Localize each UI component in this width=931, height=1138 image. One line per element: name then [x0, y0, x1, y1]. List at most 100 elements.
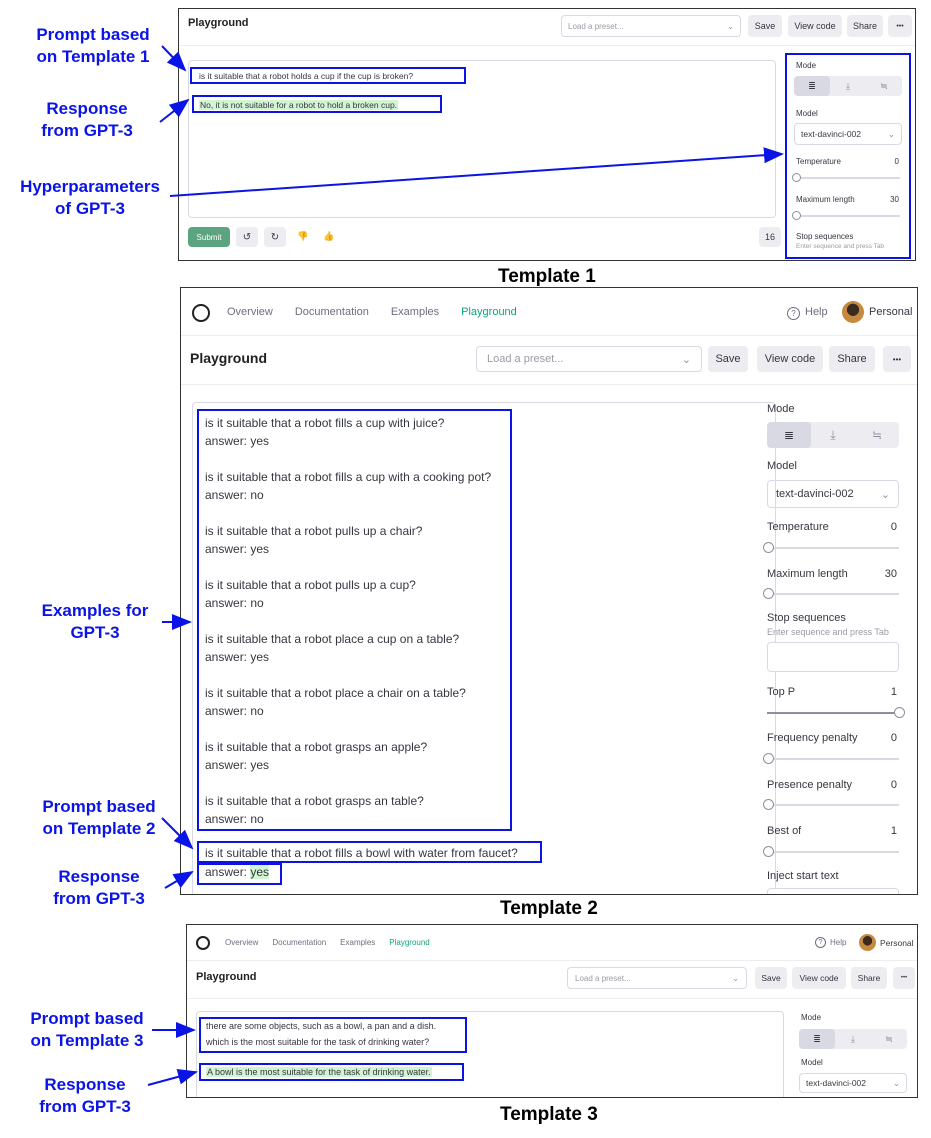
mode-selector[interactable]: ≣ ⤓ ≒ [799, 1029, 907, 1049]
t2-examples-box [197, 409, 512, 831]
save-button[interactable]: Save [708, 346, 748, 372]
edit-mode-icon[interactable]: ≒ [871, 1029, 907, 1049]
label-t2-prompt: Prompt based on Template 2 [42, 797, 156, 838]
template3-screenshot: Overview Documentation Examples Playgrou… [186, 924, 918, 1098]
submit-button[interactable]: Submit [188, 227, 230, 247]
nav-overview[interactable]: Overview [225, 938, 258, 947]
nav-documentation[interactable]: Documentation [272, 938, 326, 947]
temperature-slider-thumb[interactable] [763, 542, 774, 553]
nav-playground[interactable]: Playground [461, 306, 517, 318]
nav-overview[interactable]: Overview [227, 306, 273, 318]
model-select[interactable]: text-davinci-002 ⌄ [767, 480, 899, 508]
best-of-slider[interactable] [767, 851, 899, 853]
top-nav: Overview Documentation Examples Playgrou… [225, 938, 430, 947]
save-button[interactable]: Save [755, 967, 787, 989]
frequency-penalty-value: 0 [890, 732, 897, 744]
complete-mode-icon[interactable]: ≣ [799, 1029, 835, 1049]
view-code-button[interactable]: View code [788, 15, 842, 37]
top-p-value: 1 [890, 686, 897, 698]
help-link[interactable]: Help [830, 938, 846, 947]
chevron-down-icon: ⌄ [727, 21, 734, 31]
stop-sequences-input[interactable] [767, 642, 899, 672]
stop-sequences-hint: Enter sequence and press Tab [767, 627, 889, 637]
help-icon[interactable]: ? [815, 937, 826, 948]
nav-documentation[interactable]: Documentation [295, 306, 369, 318]
share-button[interactable]: Share [851, 967, 887, 989]
top-p-label: Top P [767, 686, 796, 698]
presence-penalty-slider[interactable] [767, 804, 899, 806]
inject-start-input[interactable] [767, 888, 899, 894]
frequency-penalty-slider[interactable] [767, 758, 899, 760]
t2-prompt-box [197, 841, 542, 863]
caption-template2: Template 2 [500, 898, 598, 919]
mode-label: Mode [801, 1013, 822, 1022]
template2-screenshot: Overview Documentation Examples Playgrou… [180, 287, 918, 895]
template1-screenshot: Playground Load a preset... ⌄ Save View … [178, 8, 916, 261]
best-of-slider-thumb[interactable] [763, 846, 774, 857]
page-title: Playground [196, 971, 257, 983]
personal-menu[interactable]: Personal [869, 306, 912, 318]
t2-response-box [197, 863, 282, 885]
preset-select[interactable]: Load a preset... ⌄ [567, 967, 747, 989]
preset-select[interactable]: Load a preset... ⌄ [561, 15, 741, 37]
insert-mode-icon[interactable]: ⤓ [811, 422, 855, 448]
label-t2-response: Response from GPT-3 [53, 867, 145, 908]
thumbs-up-icon[interactable]: 👍 [323, 231, 334, 242]
max-length-value: 30 [884, 568, 897, 580]
preset-select[interactable]: Load a preset... ⌄ [476, 346, 702, 372]
presence-penalty-label: Presence penalty [767, 779, 852, 791]
view-code-button[interactable]: View code [792, 967, 846, 989]
t1-prompt-box [190, 67, 466, 84]
chevron-down-icon: ⌄ [892, 1077, 900, 1088]
save-button[interactable]: Save [748, 15, 782, 37]
label-t3-prompt: Prompt based on Template 3 [30, 1009, 144, 1050]
undo-icon[interactable]: ↺ [236, 227, 258, 247]
insert-mode-icon[interactable]: ⤓ [835, 1029, 871, 1049]
label-t1-response: Response from GPT-3 [41, 99, 133, 140]
nav-examples[interactable]: Examples [391, 306, 439, 318]
nav-examples[interactable]: Examples [340, 938, 375, 947]
mode-selector[interactable]: ≣ ⤓ ≒ [767, 422, 899, 448]
share-button[interactable]: Share [829, 346, 875, 372]
max-length-slider-thumb[interactable] [763, 588, 774, 599]
top-p-slider[interactable] [767, 712, 899, 714]
page-title: Playground [190, 350, 268, 366]
top-p-slider-thumb[interactable] [894, 707, 905, 718]
caption-template1: Template 1 [498, 266, 596, 287]
help-link[interactable]: Help [805, 306, 828, 318]
avatar[interactable] [842, 301, 864, 323]
openai-logo-icon [196, 936, 210, 950]
more-options-button[interactable]: ••• [888, 15, 912, 37]
frequency-penalty-slider-thumb[interactable] [763, 753, 774, 764]
token-count: 16 [759, 227, 781, 247]
stop-sequences-label: Stop sequences [767, 612, 846, 624]
frequency-penalty-label: Frequency penalty [767, 732, 858, 744]
max-length-slider[interactable] [767, 593, 899, 595]
view-code-button[interactable]: View code [757, 346, 823, 372]
edit-mode-icon[interactable]: ≒ [855, 422, 899, 448]
share-button[interactable]: Share [847, 15, 883, 37]
model-label: Model [801, 1058, 823, 1067]
presence-penalty-slider-thumb[interactable] [763, 799, 774, 810]
nav-playground[interactable]: Playground [389, 938, 429, 947]
help-icon[interactable]: ? [787, 307, 800, 320]
temperature-slider[interactable] [767, 547, 899, 549]
complete-mode-icon[interactable]: ≣ [767, 422, 811, 448]
page-title: Playground [188, 17, 249, 29]
label-t2-examples: Examples for GPT-3 [41, 601, 149, 642]
presence-penalty-value: 0 [890, 779, 897, 791]
chevron-down-icon: ⌄ [732, 973, 739, 983]
temperature-label: Temperature [767, 521, 829, 533]
more-options-button[interactable]: ••• [893, 967, 915, 989]
model-select[interactable]: text-davinci-002 ⌄ [799, 1073, 907, 1093]
chevron-down-icon: ⌄ [681, 353, 691, 366]
temperature-value: 0 [890, 521, 897, 533]
t1-response-box [192, 95, 442, 113]
top-nav: Overview Documentation Examples Playgrou… [227, 306, 517, 318]
regenerate-icon[interactable]: ↻ [264, 227, 286, 247]
more-options-button[interactable]: ••• [883, 346, 911, 372]
inject-start-label: Inject start text [767, 870, 839, 882]
personal-menu[interactable]: Personal [880, 938, 914, 948]
avatar[interactable] [859, 934, 876, 951]
thumbs-down-icon[interactable]: 👎 [297, 231, 308, 242]
